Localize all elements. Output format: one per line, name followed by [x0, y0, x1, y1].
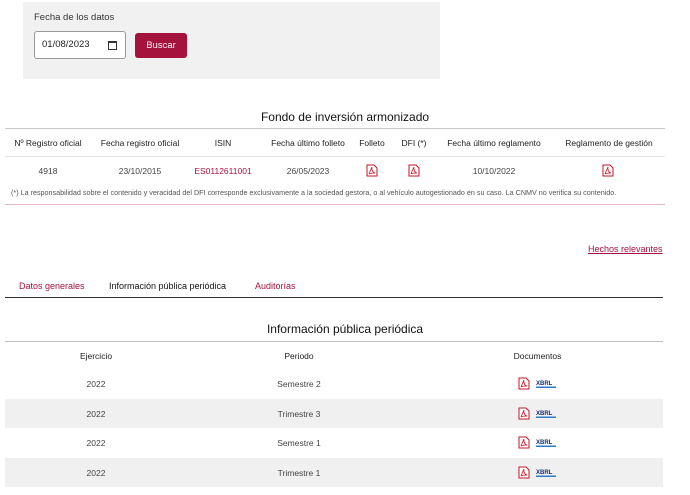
- xbrl-icon[interactable]: XBRL: [535, 438, 557, 448]
- fund-section-title: Fondo de inversión armonizado: [260, 110, 430, 124]
- periodo-cell: Semestre 2: [277, 379, 321, 389]
- col-folleto: Folleto: [359, 138, 385, 148]
- tab-bar: Datos generales Información pública peri…: [5, 275, 663, 298]
- col-documentos: Documentos: [513, 351, 562, 361]
- col-dfi: DFI (*): [401, 138, 427, 148]
- ejercicio-cell: 2022: [86, 408, 106, 419]
- reglamento-pdf-icon[interactable]: [602, 164, 614, 177]
- fecha-reglamento-value: 10/10/2022: [472, 166, 516, 176]
- svg-text:XBRL: XBRL: [536, 411, 553, 417]
- ejercicio-cell: 2022: [86, 438, 106, 448]
- col-fecha-folleto: Fecha último folleto: [271, 138, 345, 148]
- ipp-table-row: 2022 Trimestre 1 XBRL: [5, 457, 663, 487]
- fund-table-header: Nº Registro oficial Fecha registro ofici…: [5, 128, 665, 157]
- hechos-relevantes-link[interactable]: Hechos relevantes: [588, 244, 663, 254]
- periodo-cell: Semestre 1: [277, 438, 321, 448]
- col-registro-oficial: Nº Registro oficial: [14, 138, 82, 148]
- pdf-icon[interactable]: [518, 466, 530, 479]
- fund-table-row: 4918 23/10/2015 ES0112611001 26/05/2023 …: [5, 157, 665, 185]
- fecha-folleto-value: 26/05/2023: [286, 166, 330, 176]
- dfi-pdf-icon[interactable]: [408, 164, 420, 177]
- ipp-table-header: Ejercicio Periodo Documentos: [5, 341, 663, 369]
- ipp-table-row: 2022 Semestre 2 XBRL: [5, 369, 663, 399]
- tab-datos-generales[interactable]: Datos generales: [19, 281, 85, 291]
- col-fecha-registro: Fecha registro oficial: [100, 138, 180, 148]
- date-input[interactable]: 01/08/2023: [34, 31, 126, 59]
- xbrl-icon[interactable]: XBRL: [535, 468, 557, 478]
- calendar-icon[interactable]: [108, 41, 117, 50]
- ipp-table-row: 2022 Trimestre 3 XBRL: [5, 398, 663, 428]
- folleto-pdf-icon[interactable]: [366, 164, 378, 177]
- tab-informacion-publica-periodica[interactable]: Información pública periódica: [109, 281, 226, 291]
- pdf-icon[interactable]: [518, 407, 530, 420]
- svg-text:XBRL: XBRL: [536, 470, 553, 476]
- xbrl-icon[interactable]: XBRL: [535, 409, 557, 419]
- xbrl-icon[interactable]: XBRL: [535, 379, 557, 389]
- fecha-registro-value: 23/10/2015: [118, 166, 162, 176]
- col-fecha-reglamento: Fecha último reglamento: [447, 138, 541, 148]
- dfi-disclaimer: (*) La responsabilidad sobre el contenid…: [5, 185, 665, 205]
- pdf-icon[interactable]: [518, 436, 530, 449]
- registro-value: 4918: [38, 166, 58, 176]
- periodo-cell: Trimestre 3: [277, 408, 321, 419]
- filter-panel: Fecha de los datos 01/08/2023 Buscar: [23, 2, 440, 79]
- ipp-table-row: 2022 Semestre 1 XBRL: [5, 428, 663, 458]
- tab-auditorias[interactable]: Auditorías: [255, 281, 296, 291]
- col-reglamento-gestion: Reglamento de gestión: [565, 138, 653, 148]
- svg-text:XBRL: XBRL: [536, 440, 553, 446]
- search-button[interactable]: Buscar: [135, 33, 187, 58]
- ejercicio-cell: 2022: [86, 379, 106, 389]
- ipp-section-title: Información pública periódica: [266, 322, 424, 336]
- svg-text:XBRL: XBRL: [536, 381, 553, 387]
- date-filter-label: Fecha de los datos: [34, 12, 115, 23]
- ejercicio-cell: 2022: [86, 467, 106, 478]
- date-input-value: 01/08/2023: [42, 39, 90, 50]
- col-isin: ISIN: [214, 138, 232, 148]
- pdf-icon[interactable]: [518, 377, 530, 390]
- col-ejercicio: Ejercicio: [79, 351, 113, 361]
- col-periodo: Periodo: [284, 351, 314, 361]
- periodo-cell: Trimestre 1: [277, 467, 321, 478]
- isin-link[interactable]: ES0112611001: [189, 166, 257, 176]
